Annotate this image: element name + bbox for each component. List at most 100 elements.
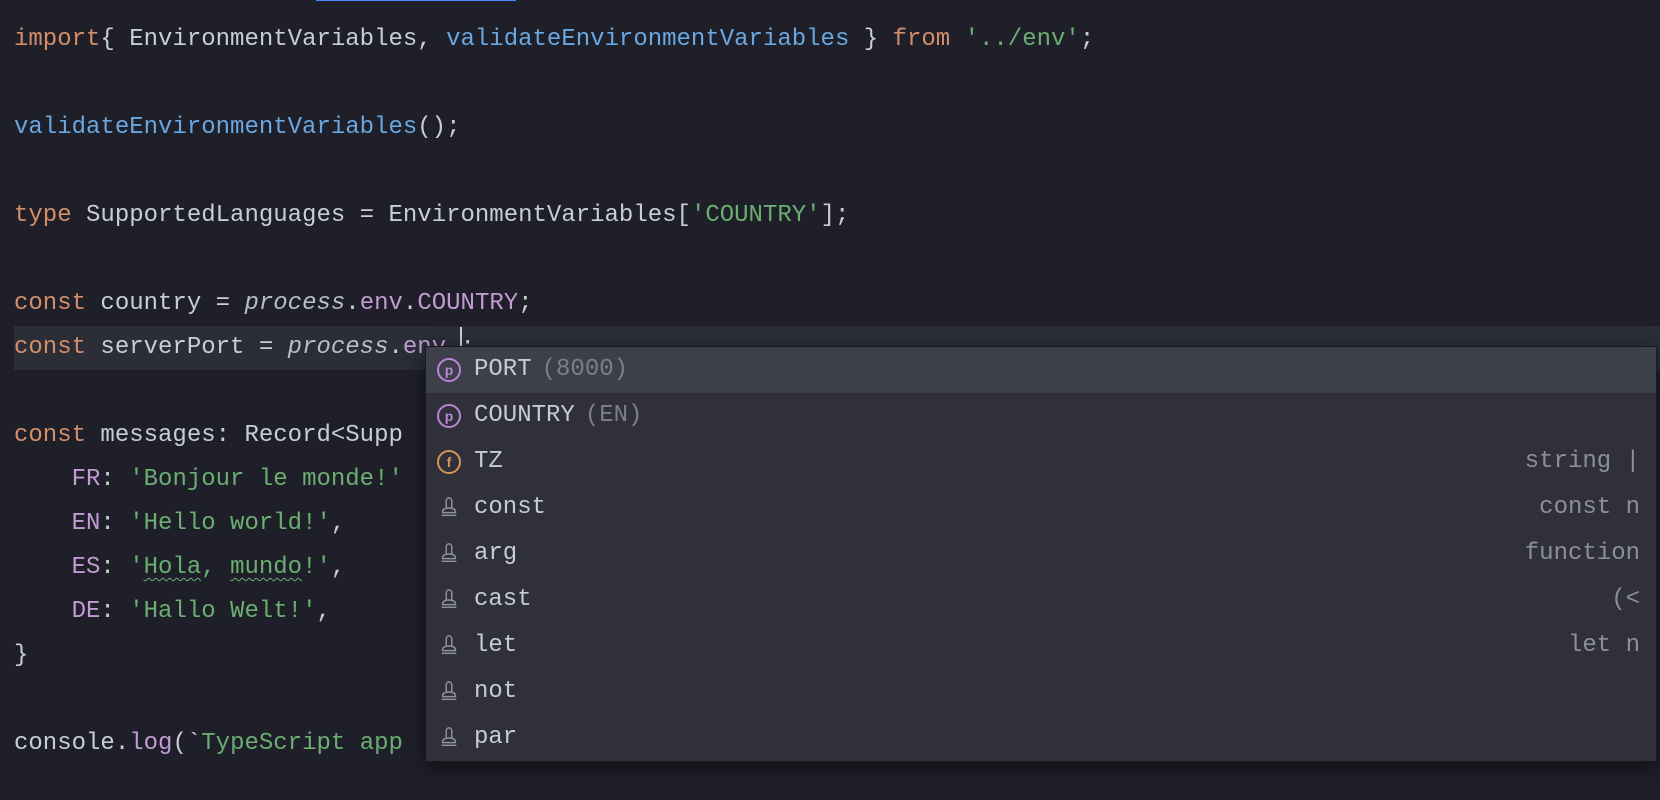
function-call: validateEnvironmentVariables xyxy=(14,114,417,141)
completion-name: let xyxy=(474,623,517,669)
code-line[interactable]: const country = process.env.COUNTRY; xyxy=(14,282,1660,326)
dot: . xyxy=(345,290,359,317)
template-icon xyxy=(437,588,461,612)
code-line-blank[interactable] xyxy=(14,62,1660,106)
keyword-from: from xyxy=(878,26,964,53)
autocomplete-item[interactable]: p COUNTRY(EN) xyxy=(426,393,1656,439)
completion-type-hint: let n xyxy=(1568,623,1640,669)
completion-type-hint: function xyxy=(1525,531,1640,577)
brace: } xyxy=(14,642,28,669)
comma: , xyxy=(331,510,345,537)
comma: , xyxy=(417,26,446,53)
keyword-import: import xyxy=(14,26,100,53)
identifier-console: console xyxy=(14,730,115,757)
angle-bracket: < xyxy=(331,422,345,449)
type-name: SupportedLanguages xyxy=(86,202,345,229)
property-icon: p xyxy=(437,358,461,382)
indent xyxy=(14,554,72,581)
template-string: TypeScript app xyxy=(201,730,403,757)
template-open: (` xyxy=(172,730,201,757)
autocomplete-item[interactable]: const const n xyxy=(426,485,1656,531)
type-arg-truncated: Supp xyxy=(345,422,403,449)
equals: = xyxy=(244,334,287,361)
completion-type-hint: (< xyxy=(1611,577,1640,623)
bracket: ]; xyxy=(821,202,850,229)
completion-kind-icon: p xyxy=(436,403,462,429)
code-editor[interactable]: import{ EnvironmentVariables, validateEn… xyxy=(0,0,1660,800)
object-key: ES xyxy=(72,554,101,581)
completion-kind-icon xyxy=(436,587,462,613)
colon: : xyxy=(100,598,129,625)
autocomplete-item[interactable]: not xyxy=(426,669,1656,715)
autocomplete-item[interactable]: arg function xyxy=(426,531,1656,577)
completion-name: COUNTRY xyxy=(474,393,575,439)
method-log: log xyxy=(129,730,172,757)
colon: : xyxy=(100,510,129,537)
semicolon: ; xyxy=(518,290,532,317)
indent xyxy=(14,510,72,537)
completion-kind-icon xyxy=(436,495,462,521)
quote: ' xyxy=(129,554,143,581)
completion-kind-icon xyxy=(436,633,462,659)
completion-detail: (EN) xyxy=(585,393,643,439)
brace: } xyxy=(849,26,878,53)
autocomplete-item[interactable]: let let n xyxy=(426,623,1656,669)
autocomplete-item[interactable]: cast (< xyxy=(426,577,1656,623)
string-literal: 'Hello world!' xyxy=(129,510,331,537)
property-env: env xyxy=(360,290,403,317)
string-literal: 'Hallo Welt!' xyxy=(129,598,316,625)
property-icon: p xyxy=(437,404,461,428)
code-line-blank[interactable] xyxy=(14,238,1660,282)
completion-kind-icon: f xyxy=(436,449,462,475)
completion-name: const xyxy=(474,485,546,531)
dot: . xyxy=(403,290,417,317)
variable-name: serverPort xyxy=(100,334,244,361)
spellcheck-word: Hola xyxy=(144,554,202,581)
object-key: FR xyxy=(72,466,101,493)
completion-kind-icon xyxy=(436,679,462,705)
autocomplete-item[interactable]: par xyxy=(426,715,1656,761)
equals: = xyxy=(345,202,388,229)
spellcheck-word: mundo xyxy=(230,554,302,581)
autocomplete-item[interactable]: p PORT(8000) xyxy=(426,347,1656,393)
active-tab-indicator xyxy=(316,0,516,1)
completion-name: arg xyxy=(474,531,517,577)
object-key: EN xyxy=(72,510,101,537)
semicolon: ; xyxy=(1080,26,1094,53)
completion-type-hint: const n xyxy=(1539,485,1640,531)
code-line[interactable]: type SupportedLanguages = EnvironmentVar… xyxy=(14,194,1660,238)
code-line[interactable]: validateEnvironmentVariables(); xyxy=(14,106,1660,150)
type-ref: EnvironmentVariables xyxy=(388,202,676,229)
dot: . xyxy=(389,334,403,361)
completion-name: cast xyxy=(474,577,532,623)
indent xyxy=(14,466,72,493)
brace: { xyxy=(100,26,129,53)
bracket: [ xyxy=(677,202,691,229)
completion-detail: (8000) xyxy=(542,347,628,393)
autocomplete-item[interactable]: f TZ string | xyxy=(426,439,1656,485)
comma: , xyxy=(331,554,345,581)
type-record: Record xyxy=(244,422,330,449)
code-line-blank[interactable] xyxy=(14,150,1660,194)
completion-kind-icon xyxy=(436,541,462,567)
template-icon xyxy=(437,726,461,750)
keyword-const: const xyxy=(14,290,100,317)
template-icon xyxy=(437,634,461,658)
completion-name: TZ xyxy=(474,439,503,485)
string-literal: 'Bonjour le monde!' xyxy=(129,466,403,493)
autocomplete-popup[interactable]: pPORT(8000)pCOUNTRY(EN)fTZstring |constc… xyxy=(425,346,1657,762)
colon: : xyxy=(216,422,245,449)
completion-type-hint: string | xyxy=(1525,439,1640,485)
dot: . xyxy=(115,730,129,757)
code-line[interactable]: import{ EnvironmentVariables, validateEn… xyxy=(14,18,1660,62)
string-literal: 'COUNTRY' xyxy=(691,202,821,229)
completion-kind-icon xyxy=(436,725,462,751)
completion-kind-icon: p xyxy=(436,357,462,383)
object-key: DE xyxy=(72,598,101,625)
keyword-type: type xyxy=(14,202,86,229)
string-literal: !' xyxy=(302,554,331,581)
field-icon: f xyxy=(437,450,461,474)
completion-name: PORT xyxy=(474,347,532,393)
template-icon xyxy=(437,496,461,520)
identifier-process: process xyxy=(288,334,389,361)
